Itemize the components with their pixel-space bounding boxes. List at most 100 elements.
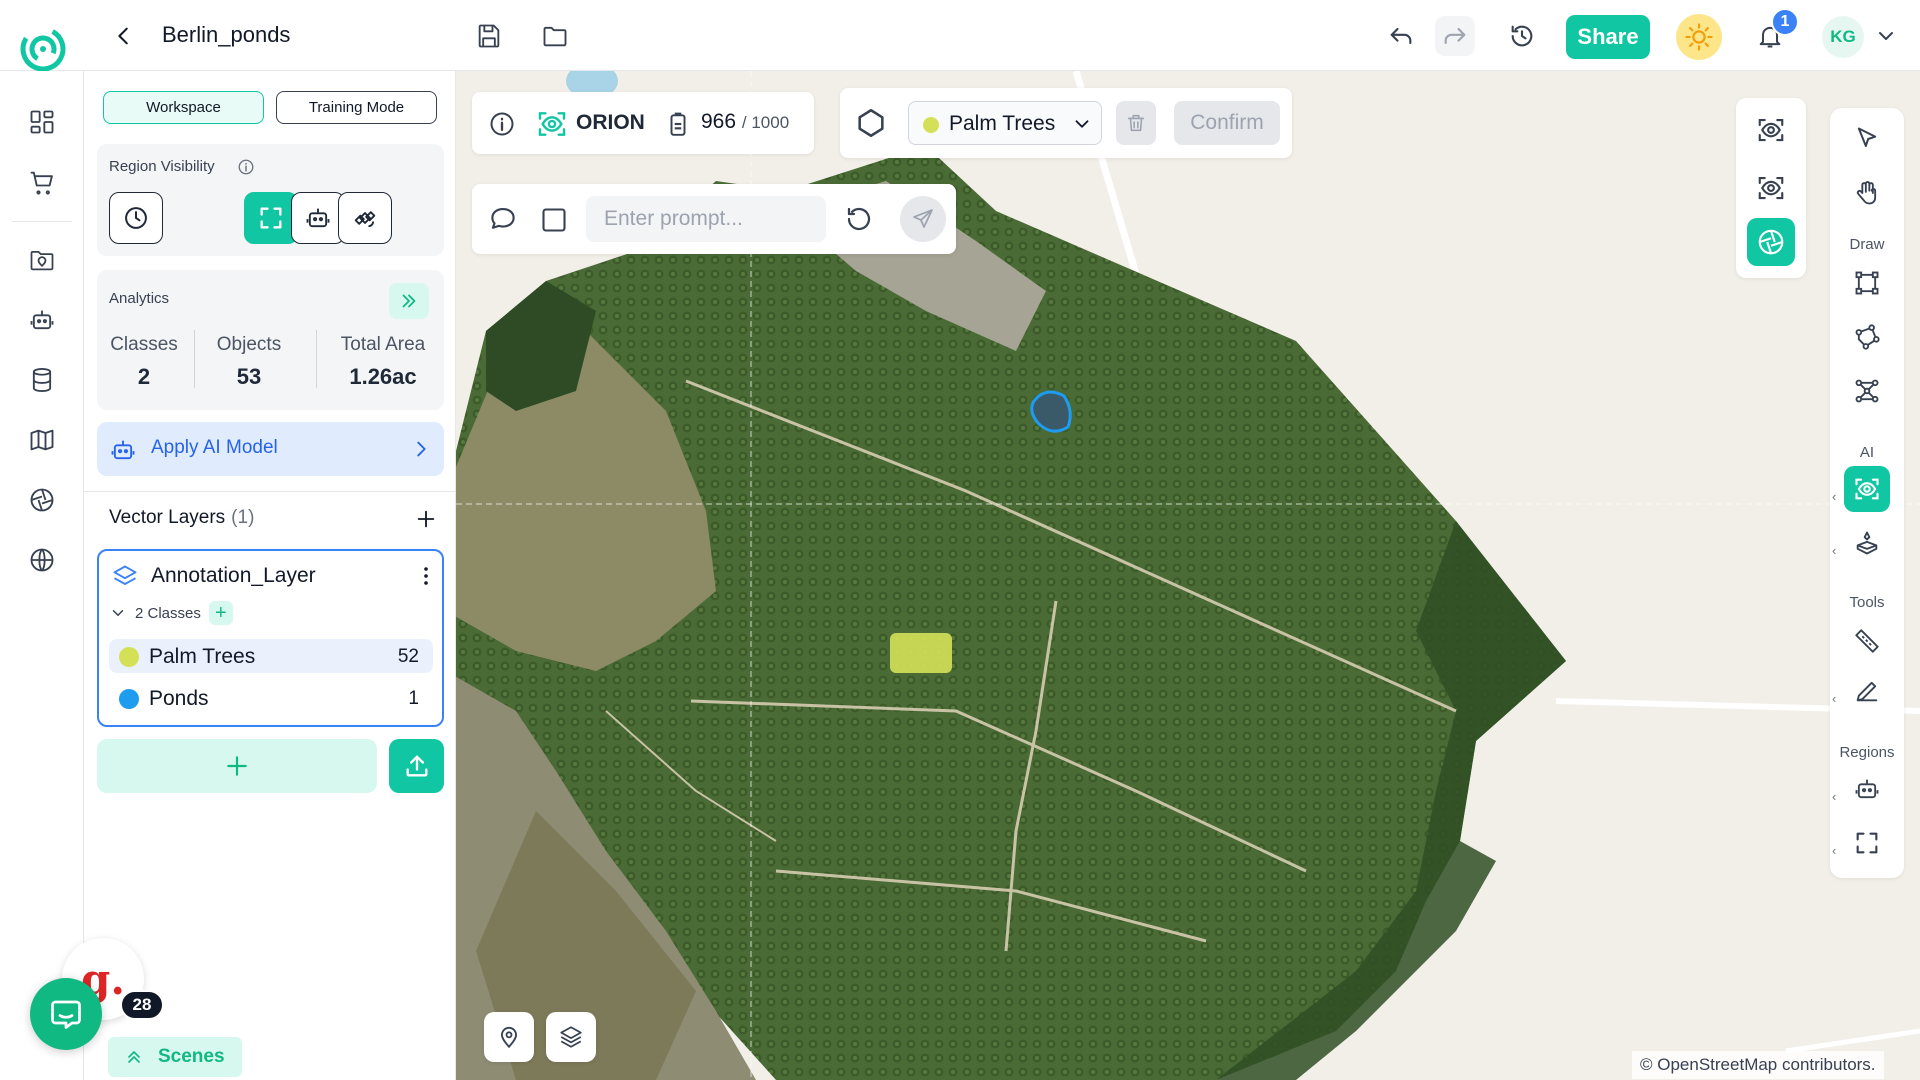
- rectangle-tool-button[interactable]: [1844, 260, 1890, 306]
- models-nav-button[interactable]: [24, 302, 60, 338]
- analytics-expand-button[interactable]: [389, 283, 429, 319]
- rectangle-tool-icon: [1855, 271, 1879, 295]
- double-chevron-up-icon: [128, 1051, 140, 1063]
- prompt-input[interactable]: [586, 196, 826, 242]
- dashboard-icon: [30, 110, 54, 134]
- dashboard-nav-button[interactable]: [24, 104, 60, 140]
- ai-detect-tool-button[interactable]: [1844, 466, 1890, 512]
- classes-stat-label: Classes: [110, 334, 178, 355]
- aperture-icon: [1758, 229, 1784, 255]
- globe-nav-button[interactable]: [24, 542, 60, 578]
- reset-icon[interactable]: [844, 204, 874, 234]
- user-avatar[interactable]: KG: [1822, 16, 1864, 58]
- training-mode-button[interactable]: Training Mode: [276, 91, 437, 124]
- classes-toggle[interactable]: 2 Classes +: [109, 601, 233, 625]
- add-vector-layer-button[interactable]: [410, 503, 442, 535]
- ruler-icon: [1855, 629, 1879, 653]
- expand-caret[interactable]: ‹: [1832, 692, 1842, 706]
- region-frame-tool-button[interactable]: [1844, 820, 1890, 866]
- expand-caret[interactable]: ‹: [1832, 790, 1842, 804]
- ai-view-secondary-button[interactable]: [1747, 164, 1795, 212]
- workspace-mode-button[interactable]: Workspace: [103, 91, 264, 124]
- region-visibility-card: Region Visibility: [97, 144, 444, 256]
- marketplace-nav-button[interactable]: [24, 164, 60, 200]
- select-tool-button[interactable]: [1844, 116, 1890, 162]
- class-row-ponds[interactable]: Ponds 1: [109, 681, 433, 715]
- right-toolbar: Draw AI ‹ ‹ Tools ‹ Regions ‹ ‹: [1830, 108, 1904, 878]
- datasets-nav-button[interactable]: [24, 362, 60, 398]
- chat-launcher-button[interactable]: [30, 978, 102, 1050]
- ai-segment-tool-button[interactable]: [1844, 520, 1890, 566]
- top-bar: Berlin_ponds Share 1 KG: [0, 0, 1920, 72]
- chat-bubble-icon[interactable]: [488, 204, 518, 234]
- chevron-left-icon: [118, 27, 128, 45]
- satellite-icon: [354, 211, 376, 228]
- node-tool-button[interactable]: [1844, 368, 1890, 414]
- measure-tool-button[interactable]: [1844, 618, 1890, 664]
- share-button[interactable]: Share: [1566, 15, 1650, 59]
- layer-name: Annotation_Layer: [151, 564, 316, 587]
- scenes-button[interactable]: Scenes: [108, 1037, 242, 1077]
- tools-section-label: Tools: [1849, 594, 1885, 611]
- pan-tool-button[interactable]: [1844, 170, 1890, 216]
- polygon-icon[interactable]: [854, 106, 888, 140]
- open-folder-button[interactable]: [535, 16, 575, 56]
- back-button[interactable]: [108, 18, 140, 54]
- info-icon[interactable]: [488, 110, 516, 138]
- ai-section-label: AI: [1859, 444, 1875, 461]
- project-title: Berlin_ponds: [162, 22, 291, 47]
- info-icon[interactable]: [237, 158, 255, 176]
- annotation-layer-card[interactable]: Annotation_Layer 2 Classes + Palm Trees …: [97, 549, 444, 727]
- bounding-box-icon[interactable]: [540, 206, 568, 234]
- redo-button[interactable]: [1435, 16, 1475, 56]
- export-button[interactable]: [389, 739, 444, 793]
- class-row-palm-trees[interactable]: Palm Trees 52: [109, 639, 433, 673]
- region-ai-tool-button[interactable]: [1844, 766, 1890, 812]
- region-fullscreen-toggle[interactable]: [244, 192, 298, 244]
- save-button[interactable]: [469, 16, 509, 56]
- apply-ai-model-button[interactable]: Apply AI Model: [97, 422, 444, 476]
- history-button[interactable]: [1502, 16, 1542, 56]
- expand-caret[interactable]: ‹: [1832, 490, 1842, 504]
- projects-nav-button[interactable]: [24, 242, 60, 278]
- send-prompt-button[interactable]: [900, 196, 946, 242]
- expand-caret[interactable]: ‹: [1832, 844, 1842, 858]
- region-history-toggle[interactable]: [109, 192, 163, 244]
- class-dropdown[interactable]: Palm Trees: [908, 101, 1102, 145]
- delete-button[interactable]: [1116, 101, 1156, 145]
- maps-nav-button[interactable]: [24, 422, 60, 458]
- credits-total: / 1000: [741, 113, 790, 132]
- confirm-button[interactable]: Confirm: [1174, 101, 1280, 145]
- sun-icon: [1685, 23, 1713, 51]
- stat-divider: [316, 330, 317, 388]
- region-ai-toggle[interactable]: [291, 192, 345, 244]
- theme-toggle-button[interactable]: [1676, 14, 1722, 60]
- satellite-view-button[interactable]: [1747, 218, 1795, 266]
- expand-caret[interactable]: ‹: [1832, 544, 1842, 558]
- credits-readout: 966 / 1000: [701, 110, 789, 134]
- ai-eye-icon: [1855, 478, 1879, 500]
- brush-tool-button[interactable]: [1844, 668, 1890, 714]
- notification-badge: 1: [1771, 8, 1799, 36]
- more-vertical-icon[interactable]: [414, 563, 438, 589]
- class-name: Palm Trees: [149, 645, 256, 668]
- polygon-tool-button[interactable]: [1844, 314, 1890, 360]
- add-class-button[interactable]: +: [208, 601, 233, 625]
- chat-icon: [51, 1000, 81, 1029]
- regions-section-label: Regions: [1839, 744, 1895, 761]
- robot-icon: [1855, 779, 1879, 799]
- analytics-title: Analytics: [109, 290, 170, 307]
- satellite-nav-button[interactable]: [24, 482, 60, 518]
- objects-stat: Objects 53: [209, 334, 289, 390]
- chevron-down-icon[interactable]: [1874, 24, 1898, 48]
- region-satellite-toggle[interactable]: [338, 192, 392, 244]
- undo-button[interactable]: [1381, 16, 1421, 56]
- save-icon: [478, 24, 500, 48]
- rail-placeholder-2: [24, 71, 60, 107]
- location-button[interactable]: [484, 1012, 534, 1062]
- add-layer-button[interactable]: [97, 739, 377, 793]
- ai-view-button[interactable]: [1747, 106, 1795, 154]
- class-count: 52: [397, 646, 419, 667]
- expand-frame-icon: [1856, 832, 1878, 854]
- basemap-layers-button[interactable]: [546, 1012, 596, 1062]
